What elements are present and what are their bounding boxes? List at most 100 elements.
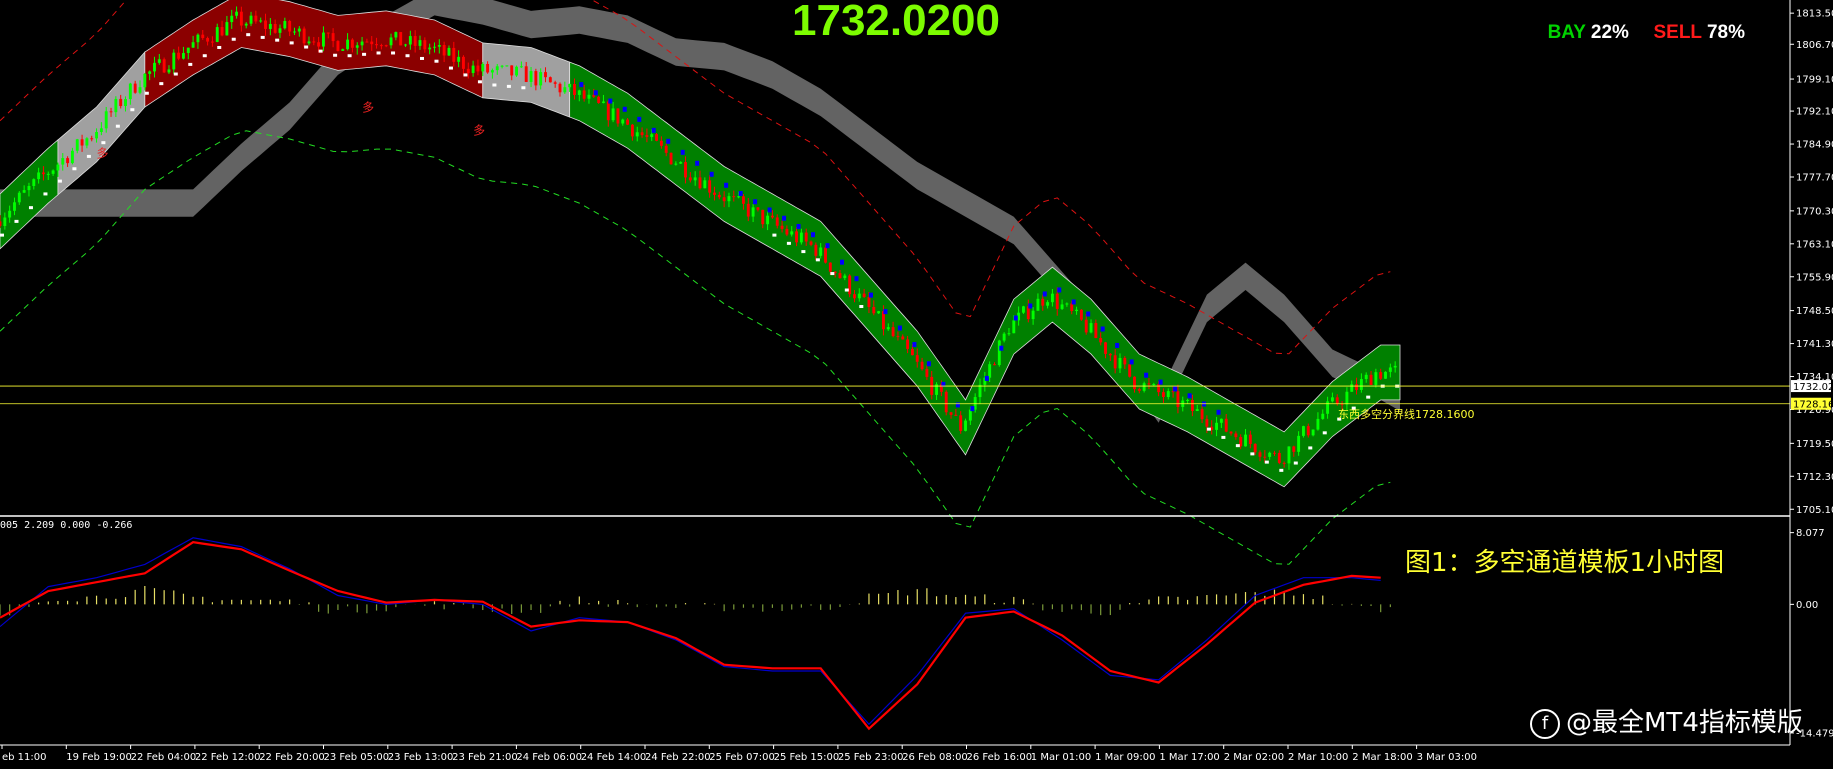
blue-dot (753, 199, 758, 205)
price-tick-label: 1705.10 (1796, 505, 1833, 516)
candle-body (370, 41, 374, 45)
candle-body (42, 172, 45, 175)
candle-body (1302, 426, 1305, 436)
macd-histogram (0, 585, 1391, 616)
time-tick-label: 2 Mar 18:00 (1352, 752, 1412, 763)
candle-body (1157, 384, 1161, 393)
candle-body (703, 180, 707, 189)
candle-body (1118, 357, 1122, 369)
time-tick-label: 2 Mar 10:00 (1288, 752, 1348, 763)
candle-body (1244, 434, 1247, 447)
blue-dot (868, 292, 873, 298)
candle-body (452, 47, 456, 62)
candle-body (1152, 384, 1156, 386)
candle-body (375, 44, 378, 46)
candle-body (215, 27, 219, 42)
candle-body (862, 293, 866, 298)
candle-body (1224, 418, 1228, 432)
blue-dot (680, 149, 685, 155)
blue-dot (1086, 311, 1091, 317)
candle-body (853, 294, 856, 299)
candle-body (621, 119, 625, 124)
candle-body (1215, 422, 1218, 430)
candle-body (727, 196, 731, 202)
white-dash (86, 154, 91, 158)
candle-body (988, 364, 992, 378)
candle-body (1012, 320, 1016, 334)
candle-body (90, 138, 94, 140)
white-dash (246, 33, 251, 37)
candle-body (1297, 435, 1301, 452)
candle-body (379, 45, 383, 47)
candle-body (1292, 446, 1296, 452)
candle-body (167, 69, 171, 73)
candle-body (462, 56, 465, 69)
candle-body (1041, 298, 1045, 306)
price-chart[interactable]: 1813.50 1806.70 1799.10 1792.10 1784.90 1777.… (0, 0, 1833, 769)
blue-dot (1115, 342, 1120, 348)
candle-body (22, 190, 26, 193)
candle-body (326, 32, 330, 34)
candle-body (713, 192, 716, 195)
time-tick-label: 2 Mar 02:00 (1224, 752, 1284, 763)
candle-body (708, 180, 712, 193)
price-tick-label: 1784.90 (1796, 140, 1833, 151)
indicator-tick-label: 8.077 (1796, 528, 1825, 539)
candle-body (1229, 431, 1233, 434)
candle-body (770, 215, 774, 218)
candle-body (809, 241, 813, 245)
candle-body (317, 42, 321, 47)
candle-body (384, 45, 388, 47)
white-dash (1366, 395, 1371, 399)
candle-body (447, 47, 451, 56)
candle-body (1321, 413, 1325, 419)
candle-body (1248, 434, 1252, 444)
candle-body (1277, 452, 1281, 463)
candle-body (751, 207, 755, 217)
candle-body (182, 52, 185, 59)
candle-body (1384, 371, 1387, 379)
indicator-tick-label: 0.00 (1796, 600, 1818, 611)
candle-body (1393, 365, 1397, 368)
candle-body (1176, 391, 1180, 407)
white-dash (786, 241, 791, 245)
candle-body (872, 306, 876, 314)
candle-body (616, 108, 620, 124)
white-dash (101, 141, 106, 145)
time-tick-label: eb 11:00 (2, 752, 47, 763)
time-tick-label: 23 Feb 13:00 (388, 752, 454, 763)
candle-body (191, 42, 195, 48)
candle-body (278, 28, 282, 33)
blue-dot (811, 232, 816, 238)
candle-body (1190, 399, 1194, 412)
candle-body (495, 66, 499, 71)
time-tick-label: 3 Mar 03:00 (1417, 752, 1477, 763)
candle-body (1316, 418, 1320, 430)
candle-body (1273, 452, 1276, 454)
white-dash (1279, 468, 1284, 472)
sell-label: SELL (1653, 22, 1702, 43)
white-dash (1264, 460, 1269, 464)
price-tick-label: 1806.70 (1796, 40, 1833, 51)
candle-body (302, 28, 306, 44)
candle-body (0, 221, 2, 226)
candle-body (626, 119, 630, 125)
candle-body (355, 45, 359, 48)
candle-body (539, 72, 543, 86)
candle-body (1205, 419, 1209, 427)
candle-body (109, 111, 113, 113)
blue-dot (593, 90, 598, 96)
candle-body (85, 138, 89, 146)
candle-body (1147, 383, 1151, 385)
candle-body (1268, 452, 1272, 457)
candle-body (611, 108, 615, 121)
candle-body (824, 247, 827, 263)
watermark: f @最全MT4指标模版 (1530, 702, 1803, 739)
candle-body (640, 132, 644, 136)
candle-body (737, 196, 741, 198)
candle-body (1162, 392, 1165, 398)
blue-dot (666, 138, 671, 144)
trade-mark: 多 (362, 101, 374, 115)
candle-body (655, 134, 658, 141)
candle-body (519, 66, 523, 68)
